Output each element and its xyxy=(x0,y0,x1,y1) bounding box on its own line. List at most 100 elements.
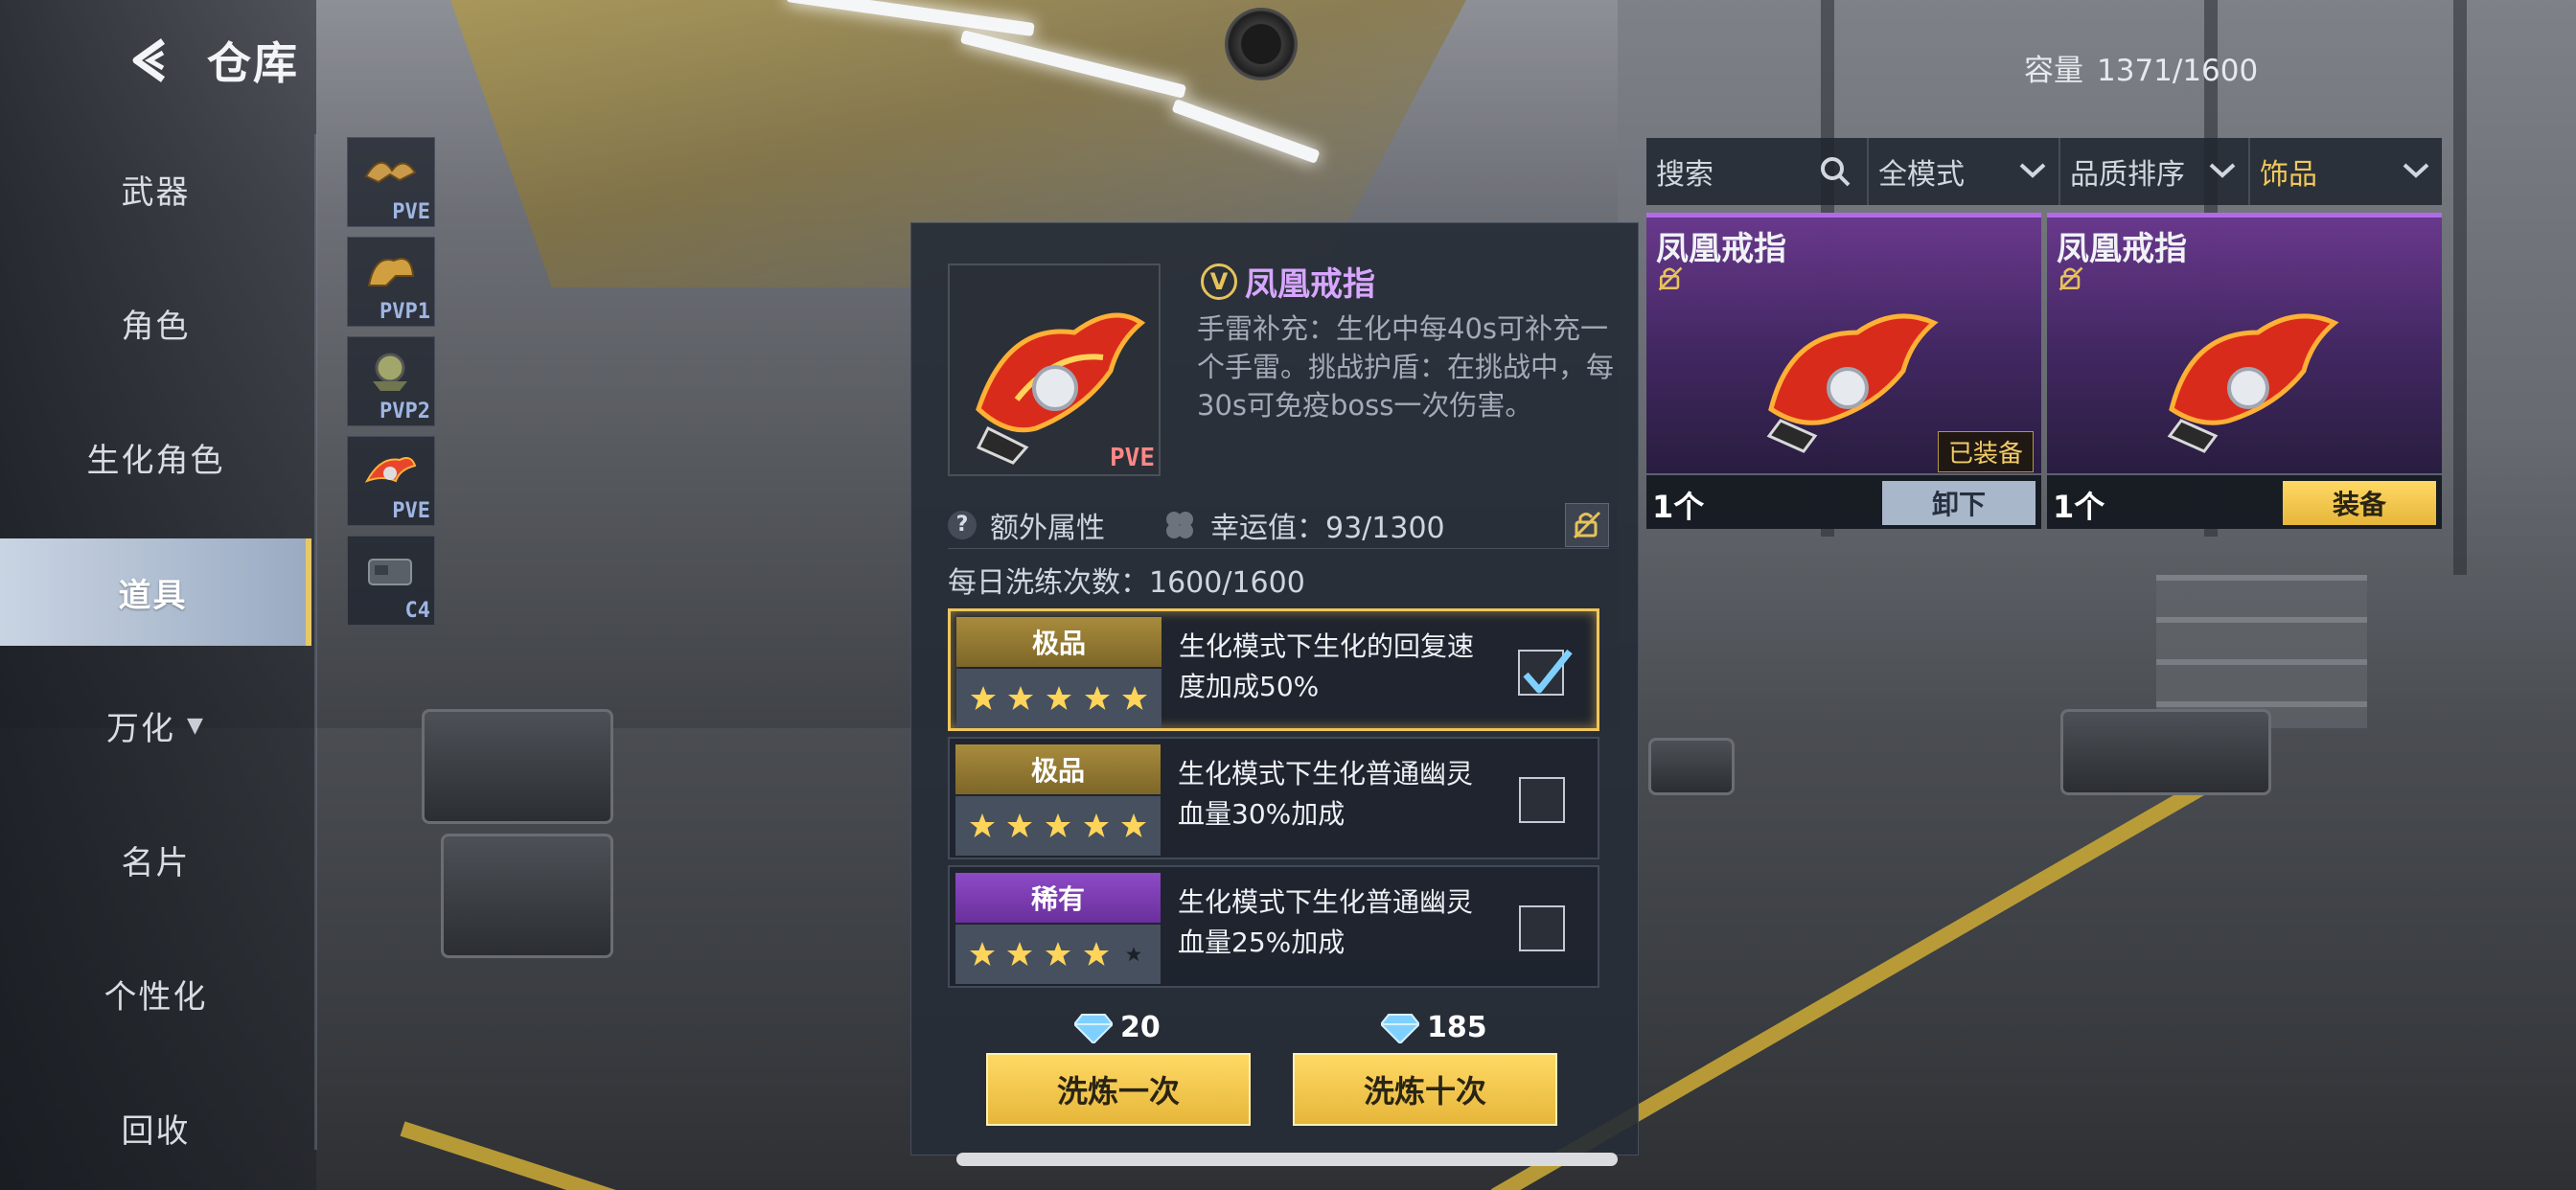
daily-refine-count: 每日洗练次数：1600/1600 xyxy=(948,566,1305,600)
sidebar-item-label: 角色 xyxy=(121,307,191,346)
equip-button[interactable]: 装备 xyxy=(2283,481,2436,525)
equipped-badge: 已装备 xyxy=(1937,431,2034,472)
refine-once-button[interactable]: 洗炼一次 xyxy=(986,1053,1251,1126)
item-thumbnail-strip: PVE PVP1 PVP2 PVE C4 xyxy=(347,137,435,635)
back-arrow-icon[interactable] xyxy=(125,34,178,87)
star-filled-icon xyxy=(1084,686,1110,710)
sidebar-item-personalize[interactable]: 个性化 xyxy=(0,941,311,1046)
lock-slash-icon xyxy=(1573,511,1601,538)
thumbnail-pvp1-wings[interactable]: PVP1 xyxy=(347,237,435,327)
card-footer: 1个 卸下 xyxy=(1646,473,2041,529)
unequip-button[interactable]: 卸下 xyxy=(1882,481,2036,525)
item-card-equipped[interactable]: 凤凰戒指 已装备 1个 卸下 xyxy=(1646,213,2041,529)
card-count: 1个 xyxy=(1652,489,1705,525)
item-title-row: V 凤凰戒指 xyxy=(1201,258,1375,305)
refine-option-text: 生化模式下生化普通幽灵血量25%加成 xyxy=(1178,886,1474,958)
help-icon[interactable]: ? xyxy=(948,510,977,539)
chevron-down-icon xyxy=(2019,163,2046,178)
sidebar-item-items[interactable]: 道具 xyxy=(0,538,311,646)
star-filled-icon xyxy=(1045,813,1070,837)
wing-icon xyxy=(367,258,415,286)
refine-option-row[interactable]: 极品 生化模式下生化普通幽灵血量30%加成 xyxy=(948,737,1599,859)
lock-checkbox[interactable] xyxy=(1519,905,1565,951)
thumbnail-tag: PVE xyxy=(392,499,430,523)
thumbnail-c4[interactable]: C4 xyxy=(347,536,435,626)
refine-ten-cost: 185 xyxy=(1381,1011,1487,1044)
card-item-name: 凤凰戒指 xyxy=(1656,230,1786,268)
thumbnail-tag: PVE xyxy=(392,200,430,224)
thumbnail-pvp2-ornament[interactable]: PVP2 xyxy=(347,336,435,426)
luck-value: 幸运值：93/1300 xyxy=(1210,511,1445,545)
sidebar-item-wanhua[interactable]: 万化 ▼ xyxy=(0,673,311,778)
refine-option-row[interactable]: 稀有 生化模式下生化普通幽灵血量25%加成 xyxy=(948,865,1599,988)
refine-ten-button[interactable]: 洗炼十次 xyxy=(1293,1053,1557,1126)
star-empty-icon xyxy=(1126,947,1141,962)
c4-bomb-icon xyxy=(368,559,412,585)
ornament-icon xyxy=(373,353,407,391)
search-placeholder: 搜索 xyxy=(1656,158,1714,192)
cost-value: 185 xyxy=(1427,1011,1487,1044)
lock-checkbox-checked[interactable] xyxy=(1518,649,1573,696)
refine-once-cost: 20 xyxy=(1074,1011,1161,1044)
sidebar-item-label: 名片 xyxy=(121,843,191,882)
checkmark-icon xyxy=(1523,649,1573,694)
star-filled-icon xyxy=(1083,942,1109,966)
thumbnail-pve-wings[interactable]: PVE xyxy=(347,137,435,227)
chevron-down-icon xyxy=(2209,163,2236,178)
cost-value: 20 xyxy=(1120,1011,1161,1044)
star-filled-icon xyxy=(969,942,995,966)
ceiling-camera xyxy=(1225,8,1298,80)
star-filled-icon xyxy=(1008,686,1034,710)
sidebar-item-label: 武器 xyxy=(121,172,191,212)
extra-attributes-row: ? 额外属性 幸运值：93/1300 xyxy=(948,501,1609,549)
phoenix-ring-icon xyxy=(364,457,417,483)
capacity-label: 容量 xyxy=(2024,54,2083,88)
refine-option-text: 生化模式下生化普通幽灵血量30%加成 xyxy=(1178,758,1474,830)
sidebar-item-bio-characters[interactable]: 生化角色 xyxy=(0,404,311,510)
refine-option-row[interactable]: 极品 生化模式下生化的回复速度加成50% xyxy=(948,608,1599,731)
sidebar-item-recycle[interactable]: 回收 xyxy=(0,1075,311,1180)
sidebar-item-label: 生化角色 xyxy=(86,441,225,480)
extra-attributes-label: 额外属性 xyxy=(990,511,1105,545)
item-card[interactable]: 凤凰戒指 1个 装备 xyxy=(2047,213,2442,529)
search-input[interactable]: 搜索 xyxy=(1646,138,1869,205)
grade-badge: 稀有 xyxy=(955,873,1161,923)
sidebar-item-label: 道具 xyxy=(118,576,188,615)
sidebar-divider xyxy=(314,134,317,1150)
sidebar-item-label: 回收 xyxy=(121,1111,191,1151)
mode-tag: PVE xyxy=(1110,444,1155,472)
star-filled-icon xyxy=(1083,813,1109,837)
card-item-name: 凤凰戒指 xyxy=(2057,230,2187,268)
header: 仓库 xyxy=(125,27,299,94)
diamond-icon xyxy=(1381,1013,1419,1043)
sidebar-item-weapons[interactable]: 武器 xyxy=(0,136,311,241)
star-filled-icon xyxy=(1045,942,1070,966)
lock-checkbox[interactable] xyxy=(1519,777,1565,823)
page-title: 仓库 xyxy=(207,37,299,89)
diamond-icon xyxy=(1074,1013,1113,1043)
star-filled-icon xyxy=(1046,686,1071,710)
star-rating xyxy=(955,925,1161,984)
sidebar-item-cards[interactable]: 名片 xyxy=(0,807,311,912)
item-name: 凤凰戒指 xyxy=(1245,265,1375,304)
item-image: PVE xyxy=(948,263,1161,476)
sort-selected: 品质排序 xyxy=(2070,158,2185,192)
star-rating xyxy=(955,796,1161,856)
item-description: 手雷补充：生化中每40s可补充一个手雷。挑战护盾：在挑战中，每30s可免疫bos… xyxy=(1197,312,1615,422)
sort-dropdown[interactable]: 品质排序 xyxy=(2060,138,2250,205)
capacity-value: 1371/1600 xyxy=(2097,54,2259,88)
category-dropdown[interactable]: 饰品 xyxy=(2250,138,2442,205)
star-rating xyxy=(956,669,1162,728)
wing-icon xyxy=(364,161,417,184)
capacity-display: 容量 1371/1600 xyxy=(2024,46,2258,89)
item-detail-panel: PVE V 凤凰戒指 手雷补充：生化中每40s可补充一个手雷。挑战护盾：在挑战中… xyxy=(910,222,1639,1156)
thumbnail-pve-phoenix-ring[interactable]: PVE xyxy=(347,436,435,526)
search-icon xyxy=(1821,157,1851,187)
home-indicator xyxy=(956,1153,1618,1166)
lock-toggle-button[interactable] xyxy=(1565,502,1609,547)
thumbnail-tag: PVP1 xyxy=(380,300,430,324)
lock-slash-icon xyxy=(1658,266,1683,291)
sidebar-item-characters[interactable]: 角色 xyxy=(0,270,311,376)
card-count: 1个 xyxy=(2053,489,2105,525)
mode-dropdown[interactable]: 全模式 xyxy=(1869,138,2060,205)
